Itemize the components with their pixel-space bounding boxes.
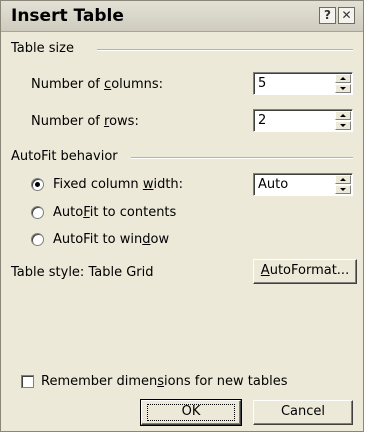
- rows-down-arrow-icon[interactable]: [335, 121, 351, 130]
- rows-label: Number of rows:: [31, 114, 139, 129]
- autofit-contents-radio[interactable]: [31, 206, 44, 219]
- autoformat-button[interactable]: AutoFormat...: [253, 259, 357, 284]
- focus-rectangle: [147, 404, 235, 421]
- fixed-width-up-arrow-icon[interactable]: [335, 175, 351, 184]
- fixed-width-down-arrow-icon[interactable]: [335, 185, 351, 194]
- close-icon: ✕: [341, 8, 352, 22]
- fixed-width-radio[interactable]: [31, 178, 44, 191]
- dialog-title: Insert Table: [11, 6, 124, 26]
- title-bar[interactable]: Insert Table ? ✕: [1, 1, 363, 32]
- autofit-heading: AutoFit behavior: [11, 149, 118, 164]
- cancel-button[interactable]: Cancel: [253, 400, 353, 425]
- autofit-contents-label[interactable]: AutoFit to contents: [53, 205, 176, 220]
- columns-spinner[interactable]: 5: [253, 72, 353, 95]
- help-icon: ?: [324, 8, 331, 22]
- rows-value[interactable]: 2: [258, 113, 266, 128]
- help-button[interactable]: ?: [319, 7, 336, 24]
- columns-down-arrow-icon[interactable]: [335, 84, 351, 93]
- ok-button[interactable]: OK: [140, 399, 242, 426]
- columns-up-arrow-icon[interactable]: [335, 74, 351, 83]
- rows-spinner[interactable]: 2: [253, 109, 353, 132]
- fixed-width-value[interactable]: Auto: [258, 177, 288, 192]
- table-style-value: Table Grid: [88, 265, 154, 280]
- remember-dimensions-label[interactable]: Remember dimensions for new tables: [41, 374, 287, 389]
- fixed-width-spinner[interactable]: Auto: [253, 173, 353, 196]
- autofit-window-radio[interactable]: [31, 233, 44, 246]
- table-size-divider: [97, 49, 353, 51]
- table-size-heading: Table size: [11, 41, 74, 56]
- table-style-label: Table style: Table Grid: [11, 265, 154, 280]
- remember-dimensions-checkbox[interactable]: [21, 375, 34, 388]
- columns-value[interactable]: 5: [258, 76, 266, 91]
- insert-table-dialog: Insert Table ? ✕ Table size Number of co…: [0, 0, 364, 432]
- cancel-button-label: Cancel: [280, 404, 326, 419]
- columns-label: Number of columns:: [31, 77, 164, 92]
- autofit-divider: [131, 157, 353, 159]
- autofit-window-label[interactable]: AutoFit to window: [53, 232, 169, 247]
- rows-up-arrow-icon[interactable]: [335, 111, 351, 120]
- close-button[interactable]: ✕: [338, 7, 355, 24]
- fixed-width-label[interactable]: Fixed column width:: [53, 177, 183, 192]
